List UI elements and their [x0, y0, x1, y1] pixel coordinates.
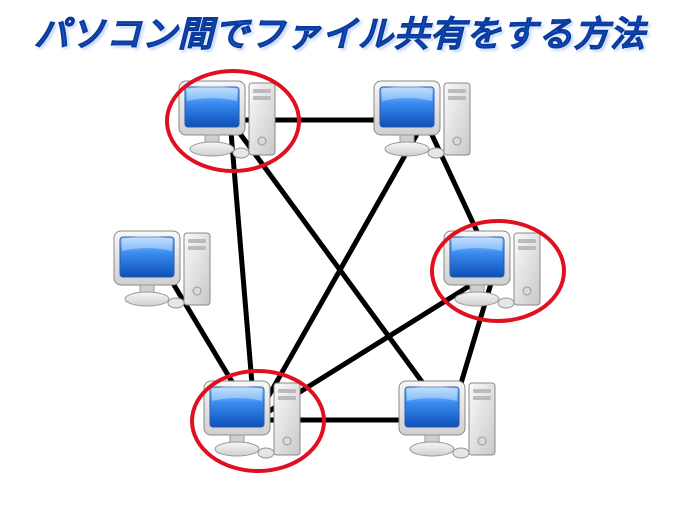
diagram-canvas: パソコン間でファイル共有をする方法	[0, 0, 680, 508]
pc-mid-right	[440, 225, 550, 315]
network-lines	[0, 0, 680, 508]
pc-mid-left	[110, 225, 220, 315]
computer-icon	[370, 75, 480, 165]
computer-icon	[200, 375, 310, 465]
pc-bottom-right	[395, 375, 505, 465]
computer-icon	[440, 225, 550, 315]
pc-top-left	[175, 75, 285, 165]
computer-icon	[175, 75, 285, 165]
page-title: パソコン間でファイル共有をする方法	[0, 6, 680, 57]
computer-icon	[110, 225, 220, 315]
computer-icon	[395, 375, 505, 465]
pc-top-right	[370, 75, 480, 165]
pc-bottom-left	[200, 375, 310, 465]
